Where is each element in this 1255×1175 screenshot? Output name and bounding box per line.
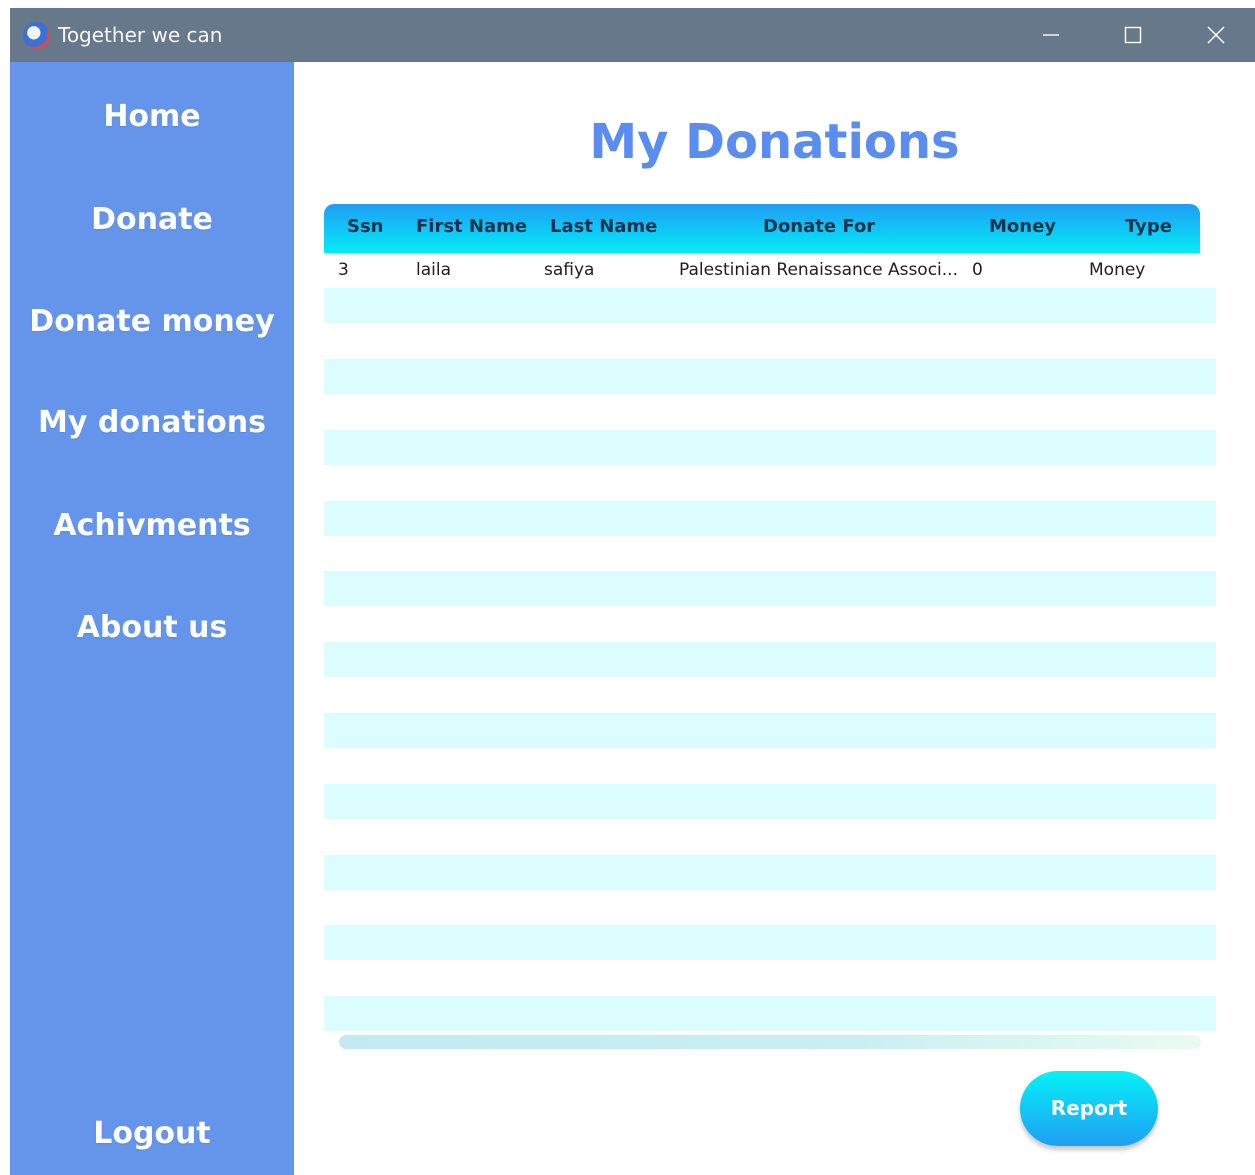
column-header-last-name[interactable]: Last Name (550, 204, 657, 253)
table-row-empty (324, 642, 1216, 677)
column-header-type[interactable]: Type (1125, 204, 1172, 253)
sidebar-item-home[interactable]: Home (10, 97, 294, 137)
table-row-empty (324, 925, 1216, 960)
sidebar-item-donate-money[interactable]: Donate money (10, 302, 294, 342)
sidebar-item-donate[interactable]: Donate (10, 200, 294, 240)
table-row-empty (324, 501, 1216, 536)
horizontal-scrollbar[interactable] (339, 1035, 1201, 1049)
minimize-icon[interactable] (1029, 16, 1073, 54)
table-row[interactable]: 3 laila safiya Palestinian Renaissance A… (324, 253, 1216, 288)
cell-donate-for: Palestinian Renaissance Associ... (679, 260, 958, 280)
close-icon[interactable] (1194, 16, 1238, 54)
column-header-donate-for[interactable]: Donate For (763, 204, 875, 253)
cell-ssn: 3 (338, 260, 349, 280)
sidebar-item-achivments[interactable]: Achivments (10, 506, 294, 546)
table-row-empty (324, 713, 1216, 748)
report-button[interactable]: Report (1020, 1071, 1158, 1146)
column-header-money[interactable]: Money (989, 204, 1056, 253)
cell-money: 0 (972, 260, 983, 280)
table-row-empty (324, 394, 1216, 429)
table-row-empty (324, 324, 1216, 359)
window-titlebar: Together we can (10, 8, 1255, 62)
column-header-ssn[interactable]: Ssn (347, 204, 384, 253)
table-header: Ssn First Name Last Name Donate For Mone… (324, 204, 1200, 253)
table-row-empty (324, 819, 1216, 854)
page-title: My Donations (589, 114, 960, 170)
table-row-empty (324, 359, 1216, 394)
cell-first-name: laila (416, 260, 452, 280)
window-title: Together we can (58, 23, 223, 47)
table-row-empty (324, 288, 1216, 323)
logout-button[interactable]: Logout (10, 1114, 294, 1154)
cell-last-name: safiya (544, 260, 595, 280)
table-row-empty (324, 784, 1216, 819)
app-logo-icon (23, 22, 50, 49)
table-row-empty (324, 465, 1216, 500)
table-row-empty (324, 855, 1216, 890)
main-content: My Donations Ssn First Name Last Name Do… (294, 62, 1255, 1175)
maximize-icon[interactable] (1111, 16, 1155, 54)
table-row-empty (324, 430, 1216, 465)
sidebar: Home Donate Donate money My donations Ac… (10, 62, 294, 1175)
table-row-empty (324, 748, 1216, 783)
table-row-empty (324, 678, 1216, 713)
sidebar-item-my-donations[interactable]: My donations (10, 403, 294, 443)
table-row-empty (324, 536, 1216, 571)
sidebar-item-about-us[interactable]: About us (10, 608, 294, 648)
column-header-first-name[interactable]: First Name (416, 204, 527, 253)
table-row-empty (324, 571, 1216, 606)
cell-type: Money (1089, 260, 1146, 280)
table-row-empty (324, 996, 1216, 1031)
table-row-empty (324, 890, 1216, 925)
table-row-empty (324, 961, 1216, 996)
table-row-empty (324, 607, 1216, 642)
